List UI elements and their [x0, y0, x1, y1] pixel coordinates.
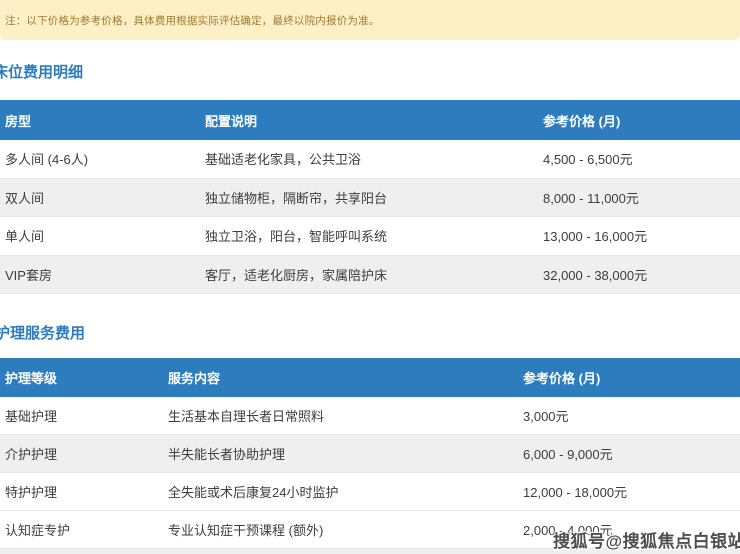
room-type-cell: 单人间 [0, 226, 200, 245]
table-row-multi-room: 多人间 (4-6人) 基础适老化家具，公共卫浴 4,500 - 6,500元 [0, 140, 740, 179]
price-cell: 32,000 - 38,000元 [538, 265, 740, 284]
table-row-double-room: 双人间 独立储物柜，隔断帘，共享阳台 8,000 - 11,000元 [0, 179, 740, 218]
notice-text: 注：以下价格为参考价格，具体费用根据实际评估确定，最终以院内报价为准。 [5, 15, 380, 27]
sohu-watermark: 搜狐号@搜狐焦点白银站 [553, 527, 740, 552]
article-page: 注：以下价格为参考价格，具体费用根据实际评估确定，最终以院内报价为准。 床位费用… [0, 0, 740, 554]
price-cell: 4,500 - 6,500元 [538, 149, 740, 168]
service-content-cell: 半失能长者协助护理 [163, 444, 518, 463]
table-row-special-care: 特护护理 全失能或术后康复24小时监护 12,000 - 18,000元 [0, 473, 740, 511]
care-level-cell: 介护护理 [0, 444, 163, 463]
table-row-assisted-care: 介护护理 半失能长者协助护理 6,000 - 9,000元 [0, 435, 740, 473]
column-header-care-level: 护理等级 [0, 368, 163, 387]
service-content-cell: 专业认知症干预课程 (额外) [163, 520, 518, 539]
care-level-cell: 基础护理 [0, 406, 163, 425]
service-content-cell: 生活基本自理长者日常照料 [163, 406, 518, 425]
column-header-room-type: 房型 [0, 111, 200, 130]
price-cell: 13,000 - 16,000元 [538, 226, 740, 245]
configuration-cell: 客厅，适老化厨房，家属陪护床 [200, 265, 538, 284]
room-type-cell: 多人间 (4-6人) [0, 149, 200, 168]
section-title-bed-fees: 床位费用明细 [0, 61, 83, 82]
table-row-single-room: 单人间 独立卫浴，阳台，智能呼叫系统 13,000 - 16,000元 [0, 217, 740, 256]
service-content-cell: 全失能或术后康复24小时监护 [163, 482, 518, 501]
configuration-cell: 基础适老化家具，公共卫浴 [200, 149, 538, 168]
price-cell: 8,000 - 11,000元 [538, 188, 740, 207]
nursing-fee-table: 护理等级 服务内容 参考价格 (月) 基础护理 生活基本自理长者日常照料 3,0… [0, 358, 740, 549]
care-level-cell: 特护护理 [0, 482, 163, 501]
configuration-cell: 独立卫浴，阳台，智能呼叫系统 [200, 226, 538, 245]
nursing-fee-table-header-row: 护理等级 服务内容 参考价格 (月) [0, 358, 740, 397]
room-type-cell: 双人间 [0, 188, 200, 207]
column-header-service-content: 服务内容 [163, 368, 518, 387]
price-cell: 6,000 - 9,000元 [518, 444, 740, 463]
care-level-cell: 认知症专护 [0, 520, 163, 539]
column-header-configuration: 配置说明 [200, 111, 538, 130]
column-header-reference-price: 参考价格 (月) [518, 368, 740, 387]
configuration-cell: 独立储物柜，隔断帘，共享阳台 [200, 188, 538, 207]
price-cell: 3,000元 [518, 406, 740, 425]
table-row-vip-suite: VIP套房 客厅，适老化厨房，家属陪护床 32,000 - 38,000元 [0, 256, 740, 295]
column-header-reference-price: 参考价格 (月) [538, 111, 740, 130]
price-notice-banner: 注：以下价格为参考价格，具体费用根据实际评估确定，最终以院内报价为准。 [0, 0, 740, 40]
table-row-basic-care: 基础护理 生活基本自理长者日常照料 3,000元 [0, 397, 740, 435]
bed-fee-table: 房型 配置说明 参考价格 (月) 多人间 (4-6人) 基础适老化家具，公共卫浴… [0, 100, 740, 294]
room-type-cell: VIP套房 [0, 265, 200, 284]
section-title-nursing-fees: 护理服务费用 [0, 322, 85, 343]
price-cell: 12,000 - 18,000元 [518, 482, 740, 501]
bed-fee-table-header-row: 房型 配置说明 参考价格 (月) [0, 100, 740, 140]
